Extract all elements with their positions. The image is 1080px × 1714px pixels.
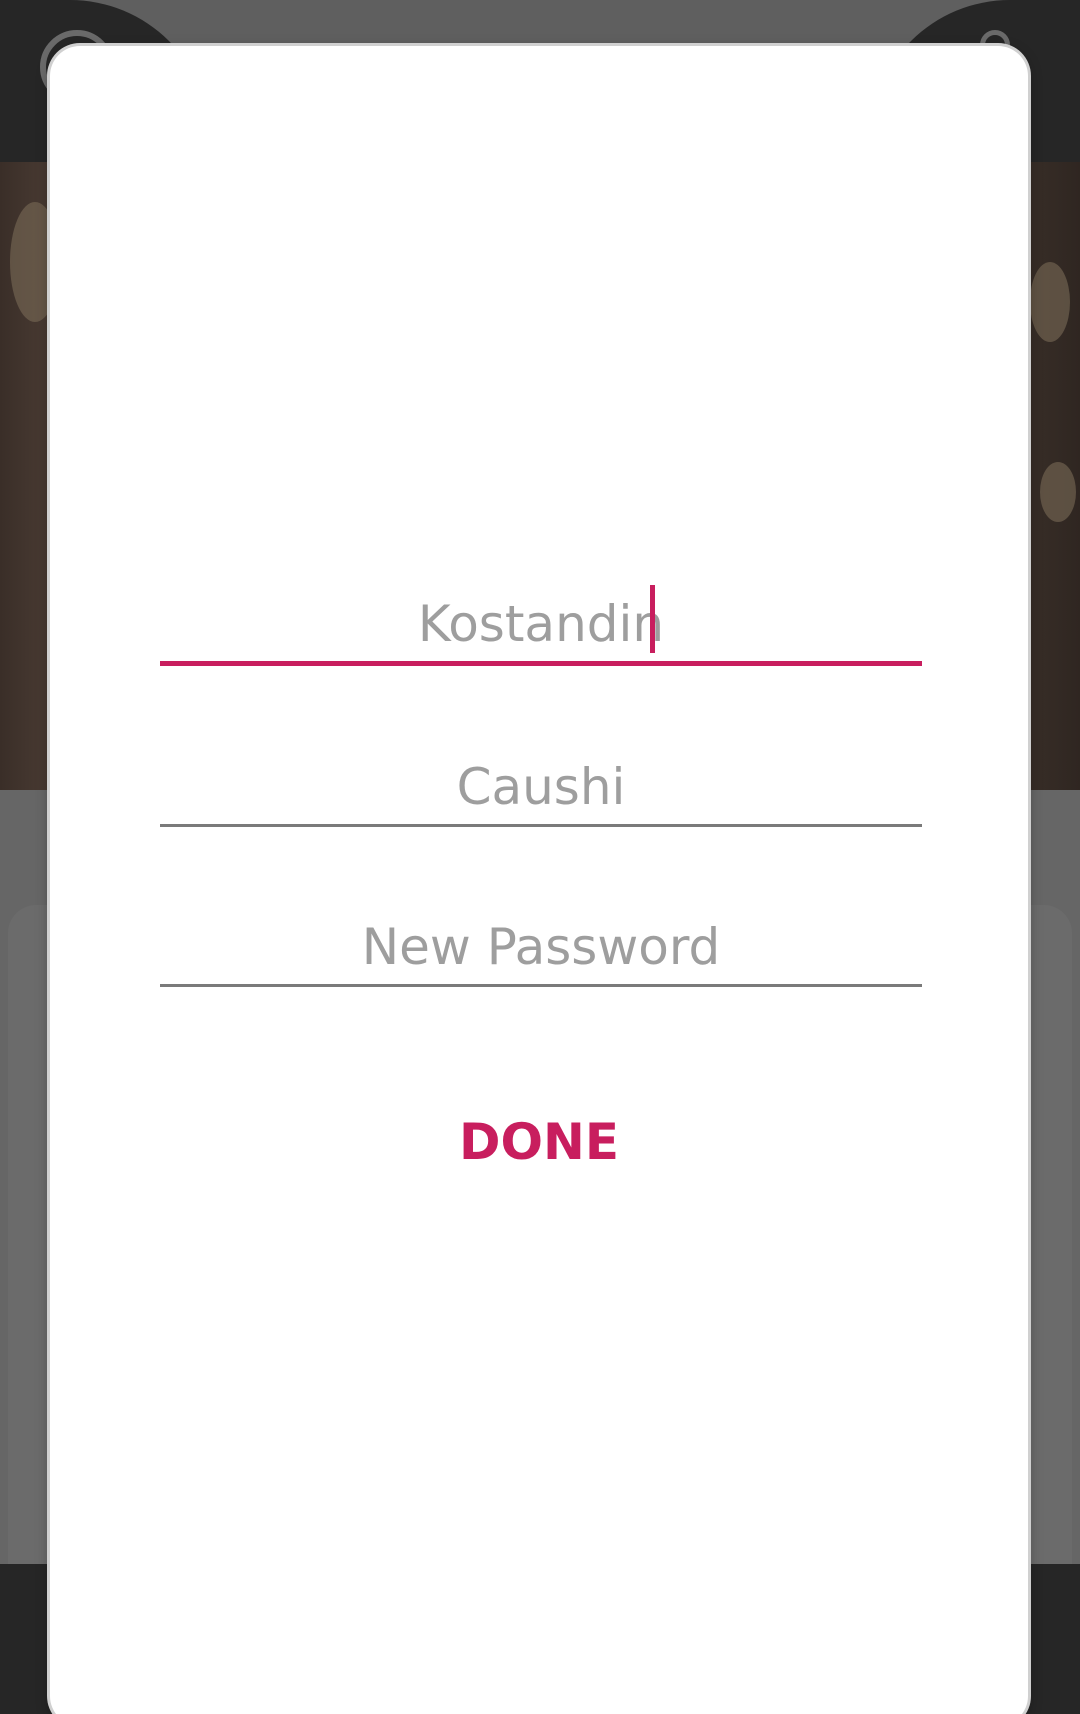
first-name-value: Kostandin [417,595,665,653]
hero-light-blob [1040,462,1076,522]
edit-profile-dialog: Kostandin Caushi New Password DONE [50,46,1028,1714]
new-password-placeholder: New Password [361,918,721,976]
last-name-field[interactable]: Caushi [160,744,922,827]
hero-light-blob [1030,262,1070,342]
done-button[interactable]: DONE [439,1101,639,1181]
last-name-value: Caushi [456,758,626,816]
first-name-field[interactable]: Kostandin [160,581,922,666]
screen: Kostandin Caushi New Password DONE [0,0,1080,1714]
new-password-field[interactable]: New Password [160,904,922,987]
text-cursor [650,585,655,653]
